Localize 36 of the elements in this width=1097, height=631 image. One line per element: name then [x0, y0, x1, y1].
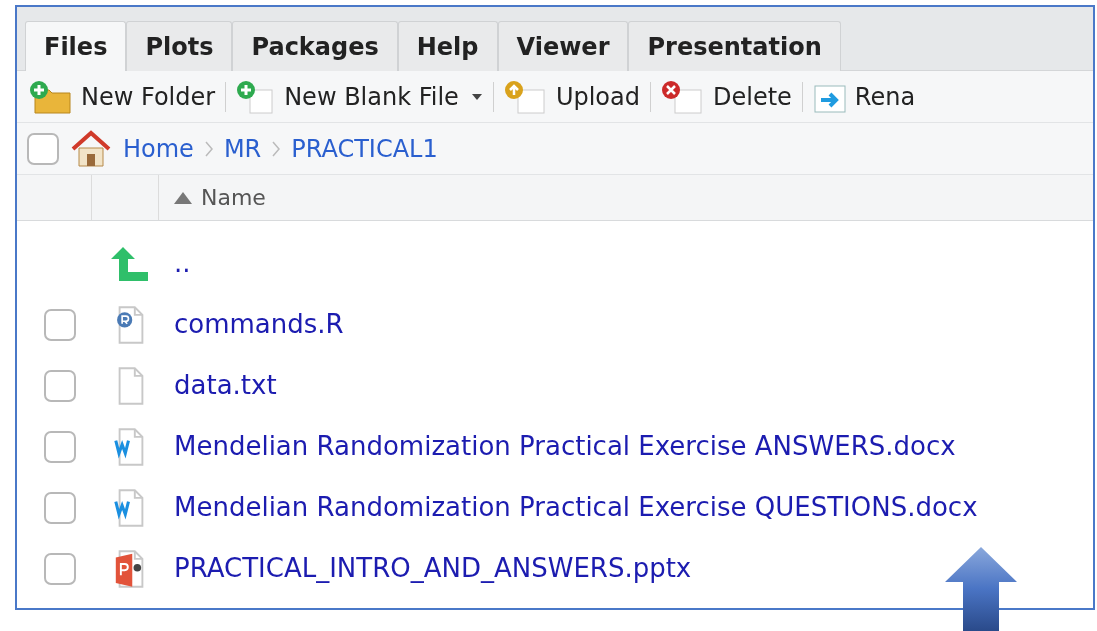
file-link[interactable]: .. — [169, 244, 191, 283]
file-link[interactable]: Mendelian Randomization Practical Exercise ANSWERS.docx — [169, 427, 956, 466]
new-folder-icon — [29, 79, 73, 114]
checkbox[interactable] — [44, 430, 76, 463]
sort-up-icon — [173, 190, 193, 205]
toolbar-button[interactable]: Rena — [812, 78, 916, 115]
checkbox[interactable] — [44, 491, 76, 524]
file-link[interactable]: commands.R — [169, 305, 344, 344]
chevron-icon — [203, 139, 214, 158]
toolbar-button[interactable]: Upload — [503, 78, 640, 115]
delete-icon — [660, 79, 705, 114]
tab[interactable]: Files — [25, 21, 127, 71]
checkbox[interactable] — [44, 369, 76, 402]
file-link[interactable]: Mendelian Randomization Practical Exercise QUESTIONS.docx — [169, 488, 978, 527]
breadcrumb-link[interactable]: MR — [223, 130, 262, 167]
file-link[interactable]: data.txt — [169, 366, 277, 405]
breadcrumb-link[interactable]: Home — [123, 130, 194, 167]
caret-icon — [470, 92, 483, 101]
toolbar-button[interactable]: Delete — [660, 78, 792, 115]
tab[interactable]: Plots — [126, 21, 233, 71]
chevron-icon — [271, 139, 282, 158]
tab[interactable]: Presentation — [628, 21, 841, 71]
toolbar-button[interactable]: New Folder — [29, 78, 216, 115]
tab[interactable]: Help — [397, 21, 498, 71]
breadcrumb-link[interactable]: PRACTICAL1 — [291, 130, 438, 167]
up-arrow-icon — [111, 246, 149, 281]
upload-icon — [503, 79, 548, 114]
tab[interactable]: Viewer — [497, 21, 629, 71]
tab[interactable]: Packages — [232, 21, 398, 71]
checkbox[interactable] — [44, 308, 76, 341]
column-header[interactable]: Name — [159, 175, 266, 220]
toolbar-button[interactable]: New Blank File — [236, 78, 483, 115]
checkbox[interactable] — [27, 132, 59, 165]
file-link[interactable]: PRACTICAL_INTRO_AND_ANSWERS.pptx — [169, 549, 692, 588]
home-icon[interactable] — [69, 129, 113, 168]
checkbox[interactable] — [44, 552, 76, 585]
